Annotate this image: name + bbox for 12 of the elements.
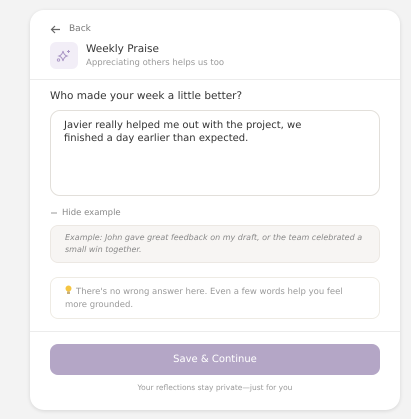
example-toggle[interactable]: Hide example xyxy=(50,208,121,218)
question-label: Who made your week a little better? xyxy=(50,90,244,102)
lightbulb-icon xyxy=(65,285,72,295)
back-link[interactable]: Back xyxy=(50,24,91,34)
save-continue-button[interactable]: Save & Continue xyxy=(50,344,380,375)
page-subtitle: Appreciating others helps us too xyxy=(86,58,224,68)
page-title: Weekly Praise xyxy=(86,43,160,55)
back-arrow-icon xyxy=(50,24,61,34)
sparkle-icon xyxy=(50,42,78,69)
example-text: Example: John gave great feedback on my draft, or the team celebrated a small win together. xyxy=(50,225,380,263)
tip-card: There's no wrong answer here. Even a few words help you feel more grounded. xyxy=(50,277,380,319)
answer-box[interactable]: Javier really helped me out with the project, we finished a day earlier than expected. xyxy=(50,110,380,196)
